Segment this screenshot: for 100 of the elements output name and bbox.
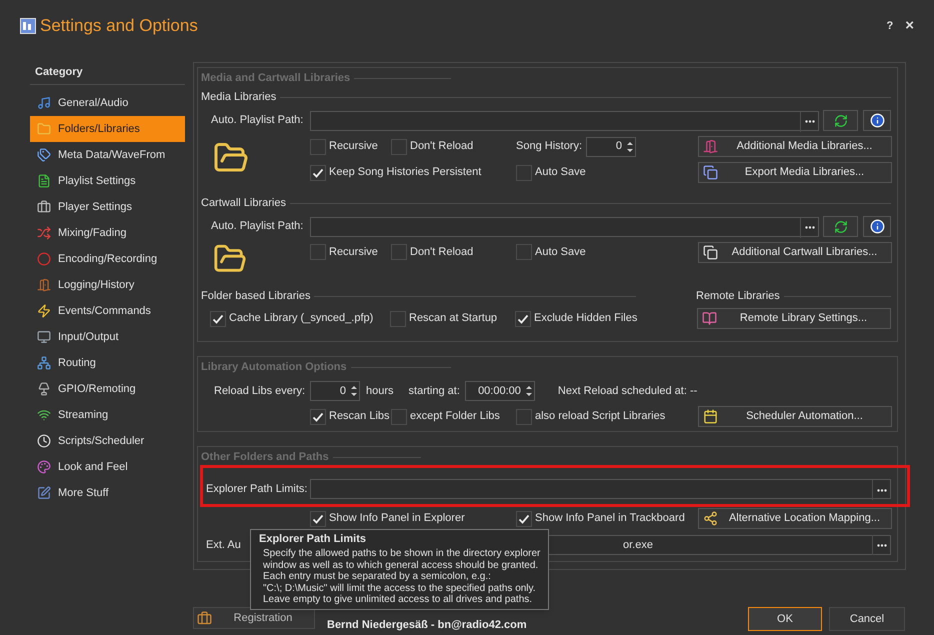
field-label: Song History:	[516, 139, 582, 154]
group-title: Folder based Libraries	[201, 288, 310, 304]
category-item[interactable]: Look and Feel	[30, 454, 185, 480]
checkbox-label: Rescan Libs	[329, 409, 390, 424]
field-label: Reload Libs every:	[213, 384, 306, 399]
checkbox[interactable]	[310, 510, 326, 526]
refresh-button[interactable]	[823, 216, 858, 237]
action-button[interactable]: Additional Cartwall Libraries...	[698, 242, 892, 263]
copy-icon	[703, 165, 718, 180]
category-item[interactable]: GPIO/Remoting	[30, 376, 185, 402]
tags-icon	[37, 148, 51, 162]
window-title: Settings and Options	[40, 15, 198, 38]
category-item[interactable]: Input/Output	[30, 324, 185, 350]
palette-icon	[37, 460, 51, 474]
folder-icon	[37, 122, 51, 136]
category-item[interactable]: More Stuff	[30, 480, 185, 506]
action-button[interactable]: Alternative Location Mapping...	[698, 508, 892, 529]
checkbox[interactable]	[391, 138, 407, 154]
checkbox[interactable]	[390, 310, 406, 326]
category-item[interactable]: Streaming	[30, 402, 185, 428]
help-button[interactable]: ?	[886, 18, 894, 34]
category-item[interactable]: Meta Data/WaveFrom	[30, 142, 185, 168]
checkbox-label: Auto Save	[535, 244, 586, 260]
category-item[interactable]: General/Audio	[30, 90, 185, 116]
category-item[interactable]: Folders/Libraries	[30, 116, 185, 142]
music-note-icon	[37, 96, 51, 110]
spin-field[interactable]: 00:00:00	[464, 381, 535, 401]
spin-field[interactable]: 0	[310, 381, 360, 401]
checkbox[interactable]	[516, 164, 532, 180]
category-item[interactable]: Logging/History	[30, 272, 185, 298]
category-item[interactable]: Events/Commands	[30, 298, 185, 324]
checkbox[interactable]	[515, 310, 531, 326]
checkbox[interactable]	[516, 244, 532, 260]
shuffle-icon	[37, 226, 51, 240]
refresh-icon	[834, 220, 848, 234]
checkbox-label: Don't Reload	[410, 139, 474, 154]
spin-field[interactable]: 0	[586, 136, 636, 156]
checkbox[interactable]	[516, 510, 532, 526]
dots-icon	[876, 544, 886, 546]
checkbox[interactable]	[310, 408, 326, 424]
checkbox-label: Exclude Hidden Files	[534, 311, 638, 326]
monitor-icon	[37, 330, 51, 344]
group-title: Media and Cartwall Libraries	[201, 70, 350, 86]
dots-icon	[804, 120, 814, 123]
field-label: Explorer Path Limits:	[205, 482, 308, 497]
info-icon	[870, 219, 884, 234]
checkbox[interactable]	[310, 244, 326, 260]
briefcase-icon	[197, 610, 212, 626]
checkbox-label: Recursive	[329, 139, 378, 154]
close-button[interactable]: ×	[905, 14, 914, 38]
pen-icon	[37, 486, 51, 500]
refresh-button[interactable]	[823, 110, 858, 131]
door-icon	[703, 139, 718, 154]
lightning-icon	[37, 304, 51, 318]
checkbox[interactable]	[310, 164, 326, 180]
checkbox-label: Show Info Panel in Explorer	[329, 511, 465, 526]
sidebar-heading: Category	[34, 65, 84, 80]
ok-button[interactable]: OK	[748, 607, 822, 631]
action-button[interactable]: Remote Library Settings...	[697, 308, 891, 329]
category-item[interactable]: Scripts/Scheduler	[30, 428, 185, 454]
checkbox-label: Show Info Panel in Trackboard	[535, 511, 685, 526]
checkbox-label: Recursive	[329, 244, 378, 260]
checkbox[interactable]	[310, 138, 326, 154]
book-icon	[702, 311, 717, 326]
group-title: Other Folders and Paths	[201, 450, 329, 465]
next-reload-text: Next Reload scheduled at: --	[558, 384, 698, 399]
action-button[interactable]: Export Media Libraries...	[698, 162, 892, 183]
category-item[interactable]: Mixing/Fading	[30, 220, 185, 246]
checkbox-label: Keep Song Histories Persistent	[329, 165, 482, 180]
door-icon	[37, 278, 51, 292]
info-icon	[870, 113, 884, 128]
spinner-arrows-icon	[524, 383, 534, 399]
path-field[interactable]	[310, 216, 819, 236]
checkbox[interactable]	[391, 244, 407, 260]
category-item[interactable]: Playlist Settings	[30, 168, 185, 194]
action-button[interactable]: Scheduler Automation...	[698, 406, 892, 427]
field-label: starting at:	[408, 384, 460, 399]
path-field[interactable]	[310, 479, 891, 499]
author-text: Bernd Niedergesäß - bn@radio42.com	[327, 618, 527, 633]
checkbox[interactable]	[391, 408, 407, 424]
path-field[interactable]	[310, 110, 819, 130]
info-button[interactable]	[863, 110, 891, 131]
cancel-button[interactable]: Cancel	[829, 607, 905, 631]
category-item[interactable]: Routing	[30, 350, 185, 376]
checkbox[interactable]	[210, 310, 226, 326]
network-icon	[37, 356, 51, 370]
category-item[interactable]: Player Settings	[30, 194, 185, 220]
checkbox-label: also reload Script Libraries	[535, 409, 666, 424]
calendar-icon	[703, 409, 718, 424]
info-button[interactable]	[863, 216, 891, 237]
group-title: Cartwall Libraries	[201, 196, 286, 211]
document-icon	[37, 174, 51, 188]
checkbox[interactable]	[516, 408, 532, 424]
category-item[interactable]: Encoding/Recording	[30, 246, 185, 272]
checkbox-label: except Folder Libs	[410, 409, 500, 424]
record-icon	[37, 252, 51, 266]
lamp-icon	[37, 382, 51, 396]
group-title: Media Libraries	[201, 90, 276, 105]
registration-button[interactable]: Registration	[193, 607, 315, 629]
action-button[interactable]: Additional Media Libraries...	[698, 136, 892, 157]
